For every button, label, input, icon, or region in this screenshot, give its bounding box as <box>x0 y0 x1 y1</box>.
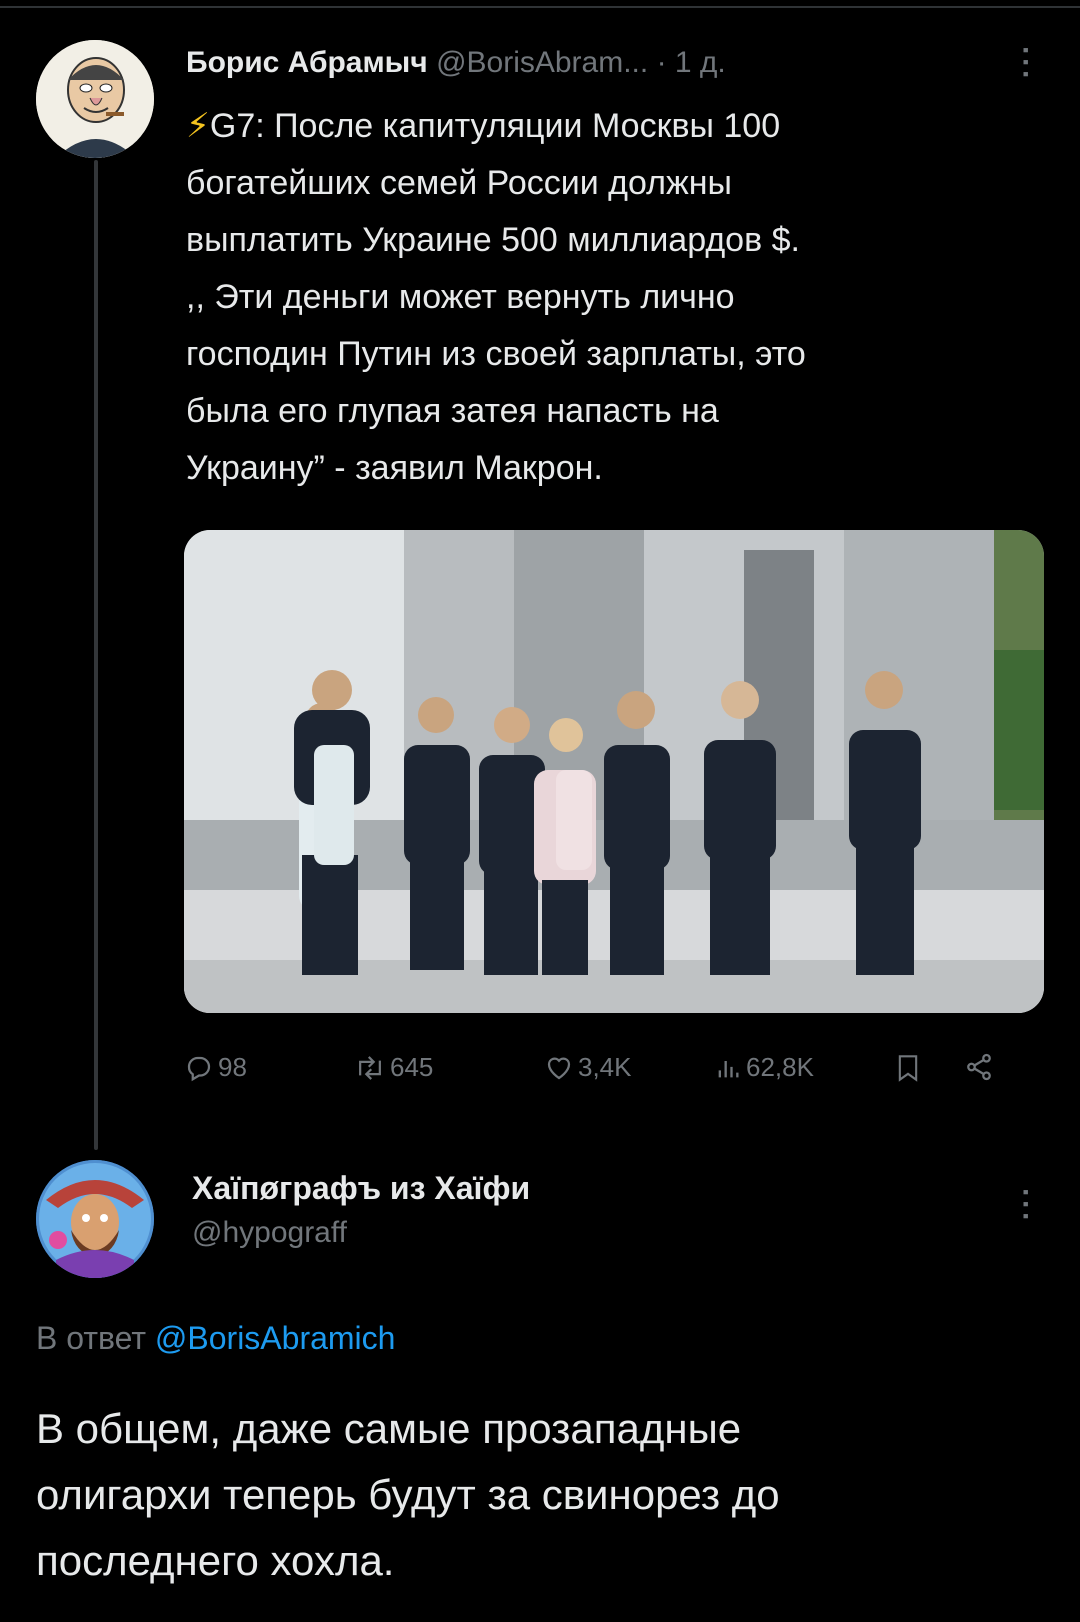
reply-to-link[interactable]: @BorisAbramich <box>155 1320 396 1356</box>
more-icon[interactable]: ··· <box>1008 46 1042 82</box>
tweet-line: Украину” - заявил Макрон. <box>186 449 603 487</box>
retweet-icon <box>359 1055 381 1080</box>
tweet-line: выплатить Украине 500 миллиардов $. <box>186 221 800 259</box>
reply-author-name[interactable]: Хаїпøграфъ из Хаїфи <box>192 1170 530 1207</box>
views-icon <box>718 1060 739 1077</box>
share-button[interactable] <box>964 1052 994 1082</box>
tweet-line: господин Путин из своей зарплаты, это <box>186 335 806 373</box>
reply-context: В ответ @BorisAbramich <box>36 1320 395 1357</box>
author-name[interactable]: Борис Абрамыч <box>186 46 428 79</box>
tweet-text: ⚡G7: После капитуляции Москвы 100 богате… <box>186 98 1016 497</box>
bookmark-button[interactable] <box>894 1052 922 1084</box>
like-count: 3,4K <box>578 1052 632 1082</box>
tweet-line: богатейших семей России должны <box>186 164 732 202</box>
reply-count: 98 <box>218 1052 247 1082</box>
author-handle[interactable]: @BorisAbram... <box>436 46 648 79</box>
tweet-line: была его глупая затея напасть на <box>186 392 719 430</box>
tweet-time[interactable]: · 1 д. <box>657 46 726 79</box>
tweet-line: ,, Эти деньги может вернуть лично <box>186 278 735 316</box>
reply-line: последнего хохла. <box>36 1537 395 1584</box>
tweet-photo[interactable] <box>184 530 1044 1013</box>
reply-line: олигархи теперь будут за свинорез до <box>36 1471 780 1518</box>
more-icon[interactable]: ··· <box>1008 1188 1042 1224</box>
like-icon <box>547 1057 571 1079</box>
author-avatar[interactable] <box>36 40 154 158</box>
tweet-actions: 98 645 3,4K 62,8K <box>184 1052 1014 1088</box>
reply-icon <box>187 1056 211 1081</box>
retweet-count: 645 <box>390 1052 434 1082</box>
views-count: 62,8K <box>746 1052 814 1082</box>
top-divider <box>0 6 1080 8</box>
lightning-icon: ⚡ <box>186 107 210 145</box>
tweet-line: ⚡G7: После капитуляции Москвы 100 <box>186 107 781 145</box>
reply-prefix: В ответ <box>36 1320 147 1356</box>
bookmark-icon <box>898 1055 918 1082</box>
reply-text: В общем, даже самые прозападные олигархи… <box>36 1396 1036 1594</box>
reply-line: В общем, даже самые прозападные <box>36 1405 742 1452</box>
share-icon <box>967 1053 991 1081</box>
retweet-button[interactable]: 645 <box>354 1052 433 1083</box>
reply-author-handle[interactable]: @hypograff <box>192 1216 347 1250</box>
views-button[interactable]: 62,8K <box>714 1052 814 1083</box>
like-button[interactable]: 3,4K <box>544 1052 632 1083</box>
thread-connector <box>94 160 98 1150</box>
reply-author-avatar[interactable] <box>36 1160 154 1278</box>
tweet-header: Борис Абрамыч @BorisAbram... · 1 д. <box>186 46 726 80</box>
reply-button[interactable]: 98 <box>184 1052 247 1083</box>
